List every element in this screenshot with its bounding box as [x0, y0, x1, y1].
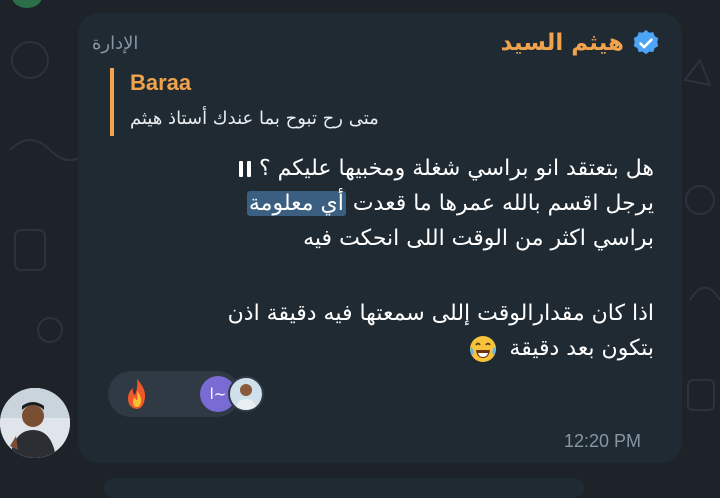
message-line-text: بتكون بعد دقيقة	[509, 336, 654, 361]
message-text: هل بتعتقد انو براسي شغلة ومخبيها عليكم ؟…	[94, 151, 654, 366]
message-line: بتكون بعد دقيقة	[94, 331, 654, 366]
reactor-avatar-photo	[228, 376, 264, 412]
message-line: يرجل اقسم بالله عمرها ما قعدت أي معلومة	[94, 186, 654, 221]
message-line: اذا كان مقدارالوقت إللى سمعتها فيه دقيقة…	[227, 301, 654, 326]
next-message-bubble	[104, 478, 584, 498]
message-line: براسي اكثر من الوقت اللى انحكت فيه	[303, 226, 654, 251]
message-timestamp: 12:20 PM	[564, 431, 642, 451]
admin-label: الإدارة	[92, 33, 139, 54]
sender-name[interactable]: هيثم السيد	[501, 30, 624, 56]
verified-badge-icon	[633, 30, 659, 55]
message-bubble[interactable]: هيثم السيد الإدارة Baraa متى رح تبوح بما…	[78, 13, 682, 463]
message-line: هل بتعتقد انو براسي شغلة ومخبيها عليكم ؟	[94, 151, 654, 186]
reply-text: متى رح تبوح بما عندك أستاذ هيثم	[130, 108, 379, 129]
sender-avatar[interactable]	[0, 388, 70, 458]
message-line-text: هل بتعتقد انو براسي شغلة ومخبيها عليكم ؟	[258, 156, 654, 181]
fire-icon[interactable]	[120, 377, 154, 411]
message-line-text: يرجل اقسم بالله عمرها ما قعدت	[345, 191, 654, 216]
reactions-bar[interactable]: ا~	[108, 371, 264, 417]
message-header: هيثم السيد	[501, 29, 660, 57]
reply-author: Baraa	[130, 70, 192, 95]
reply-quote[interactable]: Baraa متى رح تبوح بما عندك أستاذ هيثم	[110, 68, 658, 136]
highlighted-text[interactable]: أي معلومة	[246, 191, 346, 216]
laughing-tears-emoji-icon	[470, 336, 497, 362]
pause-icon	[238, 161, 251, 177]
